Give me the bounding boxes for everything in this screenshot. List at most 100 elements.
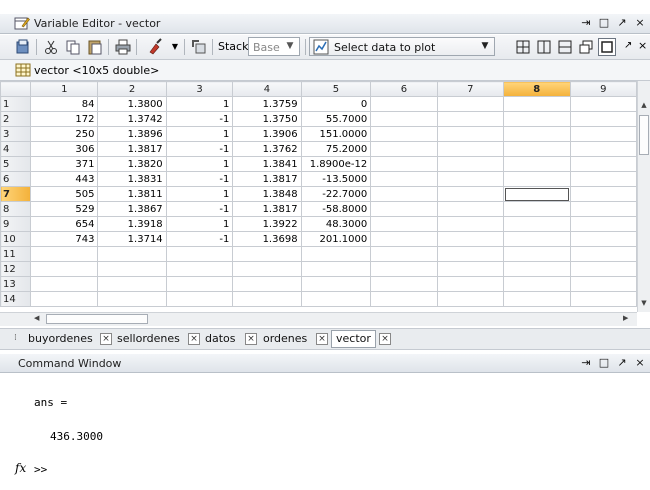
table-cell[interactable]: -22.7000 bbox=[300, 186, 372, 202]
table-cell[interactable]: 1.3742 bbox=[97, 111, 167, 127]
table-cell[interactable] bbox=[370, 201, 438, 217]
row-header-7[interactable]: 7 bbox=[0, 186, 32, 202]
table-cell[interactable] bbox=[569, 96, 637, 112]
horizontal-scroll-thumb[interactable] bbox=[46, 314, 148, 324]
table-cell[interactable]: 1.3841 bbox=[232, 156, 302, 172]
table-cell[interactable]: 1.3820 bbox=[97, 156, 167, 172]
close-icon[interactable]: × bbox=[634, 357, 646, 369]
table-cell[interactable] bbox=[165, 261, 234, 277]
table-cell[interactable]: 1.3906 bbox=[232, 126, 302, 142]
table-cell[interactable]: 1.3714 bbox=[97, 231, 167, 247]
column-header-8[interactable]: 8 bbox=[503, 81, 571, 97]
tab-close-icon[interactable]: × bbox=[100, 333, 112, 345]
popout-icon[interactable]: ↗ bbox=[616, 357, 628, 369]
scroll-up-icon[interactable]: ▲ bbox=[639, 101, 649, 111]
table-cell[interactable]: 1.3896 bbox=[97, 126, 167, 142]
table-cell[interactable] bbox=[436, 186, 505, 202]
table-cell[interactable] bbox=[503, 126, 571, 142]
table-cell[interactable]: 84 bbox=[30, 96, 99, 112]
vertical-scroll-thumb[interactable] bbox=[639, 115, 649, 155]
new-variable-icon[interactable] bbox=[190, 38, 208, 56]
table-cell[interactable] bbox=[436, 291, 505, 307]
table-cell[interactable]: 151.0000 bbox=[300, 126, 372, 142]
table-cell[interactable] bbox=[569, 126, 637, 142]
tab-ordenes[interactable]: ordenes bbox=[263, 331, 307, 347]
table-cell[interactable]: -1 bbox=[165, 231, 234, 247]
close-icon[interactable]: × bbox=[634, 17, 646, 29]
table-cell[interactable] bbox=[370, 156, 438, 172]
table-cell[interactable] bbox=[165, 276, 234, 292]
table-cell[interactable]: 1.3698 bbox=[232, 231, 302, 247]
function-browser-icon[interactable]: fx bbox=[15, 461, 26, 475]
row-header-3[interactable]: 3 bbox=[0, 126, 32, 142]
tab-sellordenes[interactable]: sellordenes bbox=[117, 331, 180, 347]
table-cell[interactable]: 654 bbox=[30, 216, 99, 232]
table-cell[interactable] bbox=[436, 141, 505, 157]
table-cell[interactable] bbox=[569, 291, 637, 307]
table-cell[interactable] bbox=[503, 261, 571, 277]
table-cell[interactable] bbox=[569, 201, 637, 217]
table-cell[interactable]: 1.3817 bbox=[97, 141, 167, 157]
print-icon[interactable] bbox=[114, 38, 132, 56]
table-cell[interactable] bbox=[370, 171, 438, 187]
paste-icon[interactable] bbox=[86, 38, 104, 56]
table-cell[interactable] bbox=[370, 291, 438, 307]
table-cell[interactable] bbox=[569, 141, 637, 157]
table-cell[interactable] bbox=[503, 246, 571, 262]
row-header-1[interactable]: 1 bbox=[0, 96, 32, 112]
row-header-13[interactable]: 13 bbox=[0, 276, 32, 292]
table-cell[interactable] bbox=[232, 246, 302, 262]
table-cell[interactable] bbox=[370, 216, 438, 232]
table-cell[interactable]: -13.5000 bbox=[300, 171, 372, 187]
row-header-5[interactable]: 5 bbox=[0, 156, 32, 172]
table-cell[interactable] bbox=[165, 246, 234, 262]
table-cell[interactable] bbox=[370, 126, 438, 142]
table-cell[interactable] bbox=[436, 231, 505, 247]
tile-vertical-icon[interactable] bbox=[535, 38, 553, 56]
table-cell[interactable] bbox=[503, 171, 571, 187]
column-header-1[interactable]: 1 bbox=[30, 81, 99, 97]
table-cell[interactable]: -1 bbox=[165, 171, 234, 187]
table-cell[interactable]: 250 bbox=[30, 126, 99, 142]
table-cell[interactable] bbox=[30, 291, 99, 307]
table-cell[interactable]: 505 bbox=[30, 186, 99, 202]
tab-close-icon[interactable]: × bbox=[245, 333, 257, 345]
table-cell[interactable]: 1 bbox=[165, 96, 234, 112]
popout-icon[interactable]: ↗ bbox=[616, 17, 628, 29]
table-cell[interactable] bbox=[370, 276, 438, 292]
row-header-8[interactable]: 8 bbox=[0, 201, 32, 217]
tab-close-icon[interactable]: × bbox=[188, 333, 200, 345]
table-cell[interactable] bbox=[569, 216, 637, 232]
row-header-12[interactable]: 12 bbox=[0, 261, 32, 277]
table-cell[interactable]: -58.8000 bbox=[300, 201, 372, 217]
table-cell[interactable]: 1.3918 bbox=[97, 216, 167, 232]
table-cell[interactable]: 0 bbox=[300, 96, 372, 112]
table-cell[interactable]: 1.3800 bbox=[97, 96, 167, 112]
brush-icon[interactable] bbox=[146, 38, 164, 56]
table-cell[interactable] bbox=[97, 291, 167, 307]
table-cell[interactable] bbox=[165, 291, 234, 307]
table-cell[interactable] bbox=[370, 141, 438, 157]
row-header-9[interactable]: 9 bbox=[0, 216, 32, 232]
plot-selector[interactable]: Select data to plot ▼ bbox=[309, 37, 495, 56]
table-cell[interactable]: 172 bbox=[30, 111, 99, 127]
table-cell[interactable] bbox=[436, 216, 505, 232]
grid-corner[interactable] bbox=[0, 81, 32, 97]
tile-horizontal-icon[interactable] bbox=[556, 38, 574, 56]
table-cell[interactable] bbox=[370, 96, 438, 112]
row-header-10[interactable]: 10 bbox=[0, 231, 32, 247]
table-cell[interactable]: 1.3867 bbox=[97, 201, 167, 217]
table-cell[interactable]: 1.3817 bbox=[232, 201, 302, 217]
table-cell[interactable] bbox=[569, 156, 637, 172]
table-cell[interactable] bbox=[370, 186, 438, 202]
table-cell[interactable] bbox=[300, 276, 372, 292]
tab-buyordenes[interactable]: buyordenes bbox=[28, 331, 93, 347]
table-cell[interactable]: 1 bbox=[165, 156, 234, 172]
maximize-document-icon[interactable] bbox=[598, 38, 616, 56]
table-cell[interactable] bbox=[569, 246, 637, 262]
table-cell[interactable] bbox=[569, 261, 637, 277]
undock-icon[interactable]: ⇥ bbox=[580, 357, 592, 369]
table-cell[interactable]: 1 bbox=[165, 216, 234, 232]
row-header-2[interactable]: 2 bbox=[0, 111, 32, 127]
table-cell[interactable]: 371 bbox=[30, 156, 99, 172]
